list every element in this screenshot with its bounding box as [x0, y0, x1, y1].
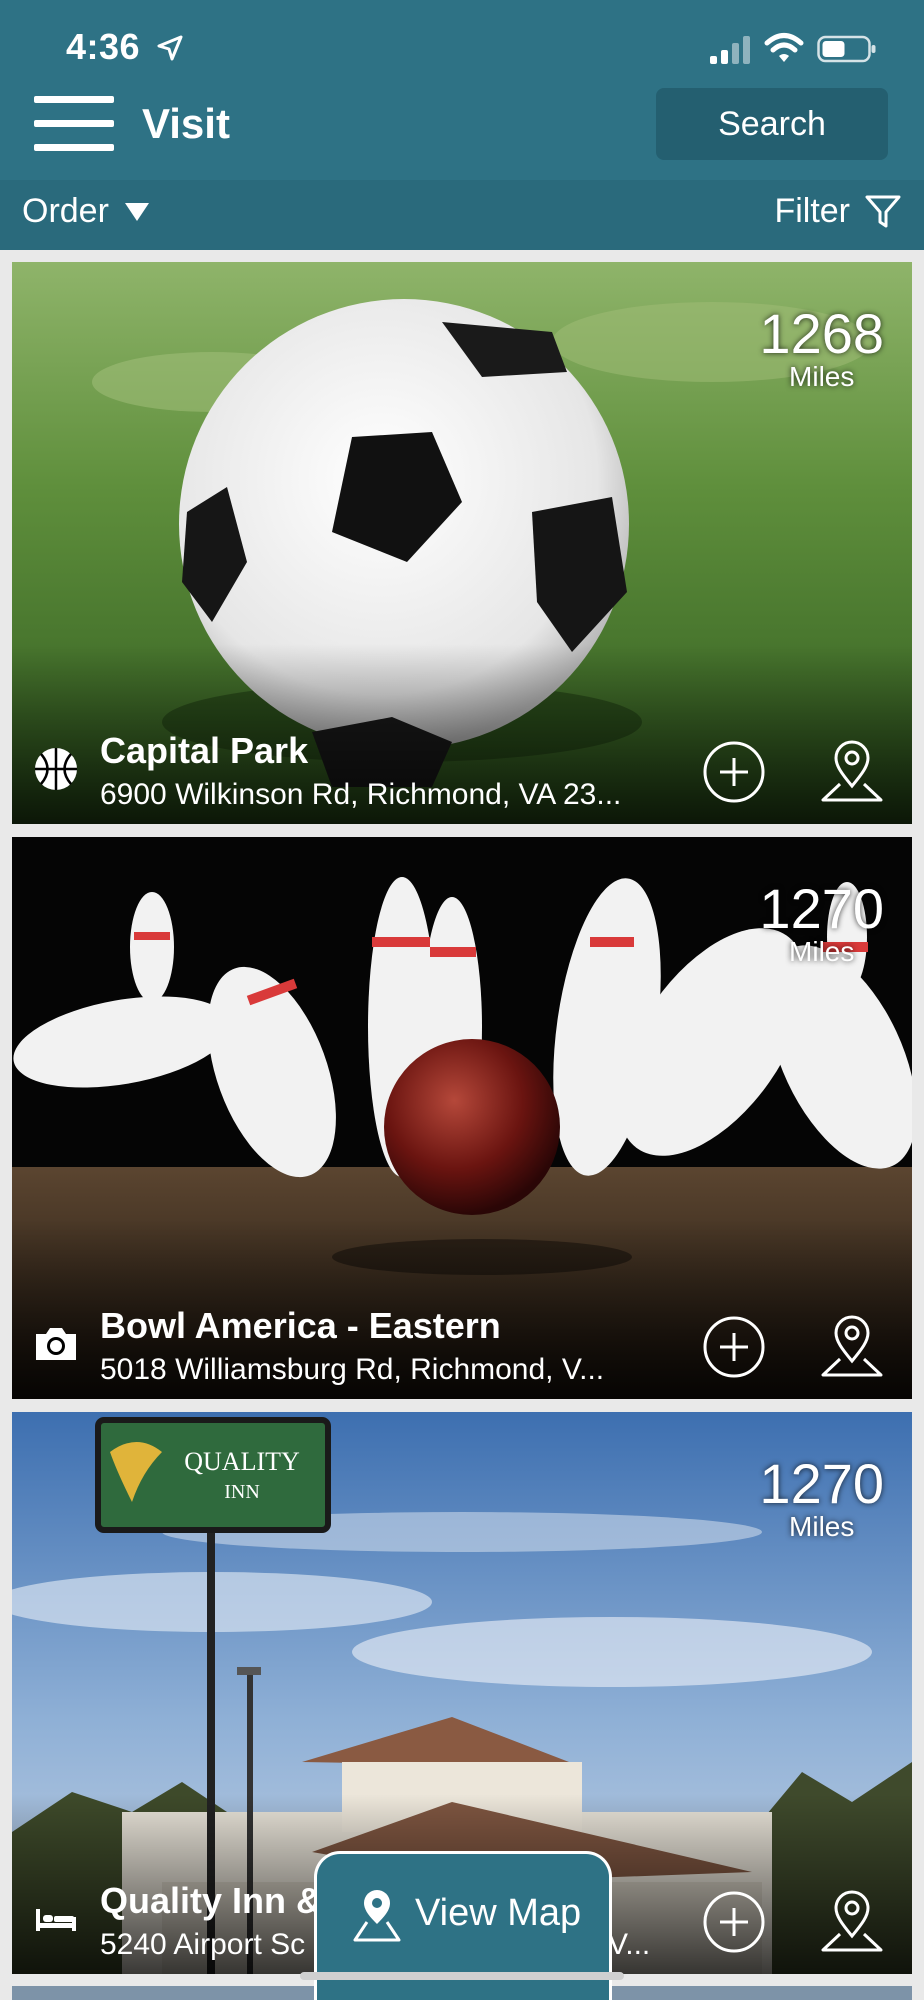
view-map-label: View Map	[415, 1892, 582, 1934]
add-plus-icon[interactable]	[702, 740, 766, 804]
add-plus-icon[interactable]	[702, 1315, 766, 1379]
distance-badge: 1268 Miles	[759, 306, 884, 392]
sort-filter-bar: Order Filter	[0, 180, 924, 250]
distance-badge: 1270 Miles	[759, 881, 884, 967]
hotel-sign-line-1: QUALITY	[184, 1447, 300, 1476]
distance-badge: 1270 Miles	[759, 1456, 884, 1542]
map-marker-icon	[353, 1890, 401, 1942]
listing-address: 5240 Airport Sc	[100, 1928, 306, 1961]
triangle-down-icon	[124, 202, 149, 221]
search-button[interactable]: Search	[656, 88, 888, 160]
filter-funnel-icon	[865, 195, 901, 227]
status-bar: 4:36	[0, 0, 924, 80]
battery-icon	[817, 35, 876, 63]
filter-button[interactable]: Filter	[774, 192, 902, 231]
status-time: 4:36	[66, 26, 141, 67]
app-header: Visit Search	[0, 80, 924, 180]
distance-unit: Miles	[789, 936, 855, 967]
signal-icon	[710, 36, 750, 64]
listing-title: Bowl America - Eastern	[100, 1305, 501, 1346]
page-title: Visit	[142, 100, 230, 147]
location-arrow-icon	[157, 35, 183, 61]
distance-value: 1268	[759, 302, 884, 365]
order-label: Order	[22, 192, 109, 230]
map-pin-icon[interactable]	[820, 1884, 884, 1954]
basketball-icon	[35, 748, 77, 790]
distance-value: 1270	[759, 877, 884, 940]
hamburger-menu-icon[interactable]	[34, 96, 118, 152]
listing-card[interactable]: 1270 Miles Bowl America - Eastern 5018 W…	[12, 837, 912, 1399]
listing-card[interactable]: 1268 Miles Capital Park 6900 Wilkinson R…	[12, 262, 912, 824]
filter-label: Filter	[774, 192, 850, 230]
listing-title: Quality Inn &	[100, 1880, 323, 1921]
listing-address: 6900 Wilkinson Rd, Richmond, VA 23...	[100, 778, 622, 811]
wifi-icon	[764, 33, 804, 62]
distance-value: 1270	[759, 1452, 884, 1515]
order-button[interactable]: Order	[22, 192, 149, 231]
listing-address: 5018 Williamsburg Rd, Richmond, V...	[100, 1353, 605, 1386]
distance-unit: Miles	[789, 361, 855, 392]
listing-title: Capital Park	[100, 730, 309, 771]
listing-address-tail: V...	[608, 1928, 651, 1961]
map-pin-icon[interactable]	[820, 1309, 884, 1379]
camera-icon	[36, 1328, 76, 1360]
home-indicator	[300, 1972, 624, 1980]
map-pin-icon[interactable]	[820, 734, 884, 804]
bed-icon	[36, 1909, 76, 1931]
hotel-sign-line-2: INN	[224, 1481, 260, 1503]
add-plus-icon[interactable]	[702, 1890, 766, 1954]
distance-unit: Miles	[789, 1511, 855, 1542]
